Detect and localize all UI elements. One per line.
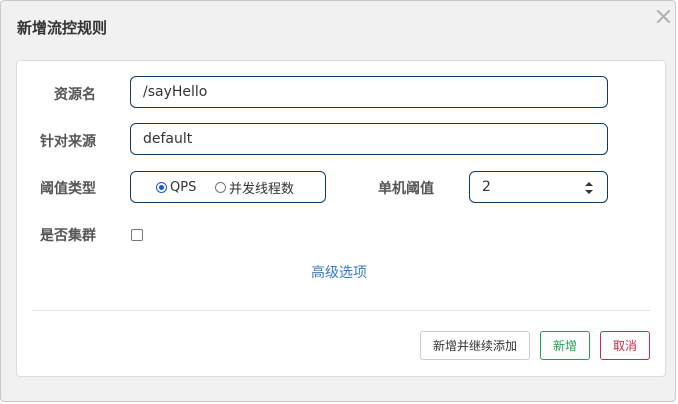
radio-option-qps[interactable]: QPS: [156, 172, 196, 202]
dialog-title: 新增流控规则: [17, 19, 108, 37]
add-and-continue-button[interactable]: 新增并继续添加: [420, 331, 530, 360]
threshold-type-label: 阈值类型: [40, 181, 96, 197]
limit-app-input[interactable]: [130, 123, 608, 155]
cluster-mode-label: 是否集群: [40, 228, 96, 244]
divider: [32, 310, 650, 311]
radio-button-qps[interactable]: [156, 181, 167, 193]
radio-button-thread[interactable]: [215, 181, 226, 193]
cluster-mode-checkbox[interactable]: [131, 229, 143, 241]
single-threshold-label: 单机阈值: [378, 181, 434, 197]
limit-app-label: 针对来源: [40, 134, 96, 150]
radio-label-qps: QPS: [170, 179, 197, 195]
resource-name-label: 资源名: [54, 87, 96, 103]
cancel-button[interactable]: 取消: [600, 331, 650, 360]
single-threshold-value: 2: [482, 179, 491, 195]
single-threshold-input[interactable]: 2: [469, 171, 608, 203]
spinner-arrows-icon[interactable]: [584, 181, 594, 195]
radio-option-thread[interactable]: 并发线程数: [215, 172, 294, 202]
close-icon: [656, 9, 671, 24]
advanced-options-link[interactable]: 高级选项: [311, 263, 367, 283]
radio-label-thread: 并发线程数: [229, 181, 295, 197]
threshold-type-radio-group: QPS 并发线程数: [130, 171, 326, 203]
dialog: 新增流控规则 资源名 针对来源 阈值类型 QPS 并发线程数 单机阈值 2: [0, 0, 676, 402]
close-button[interactable]: [653, 7, 673, 27]
resource-name-input[interactable]: [130, 76, 608, 108]
form-panel: 资源名 针对来源 阈值类型 QPS 并发线程数 单机阈值 2: [16, 60, 666, 377]
add-button[interactable]: 新增: [540, 331, 590, 360]
